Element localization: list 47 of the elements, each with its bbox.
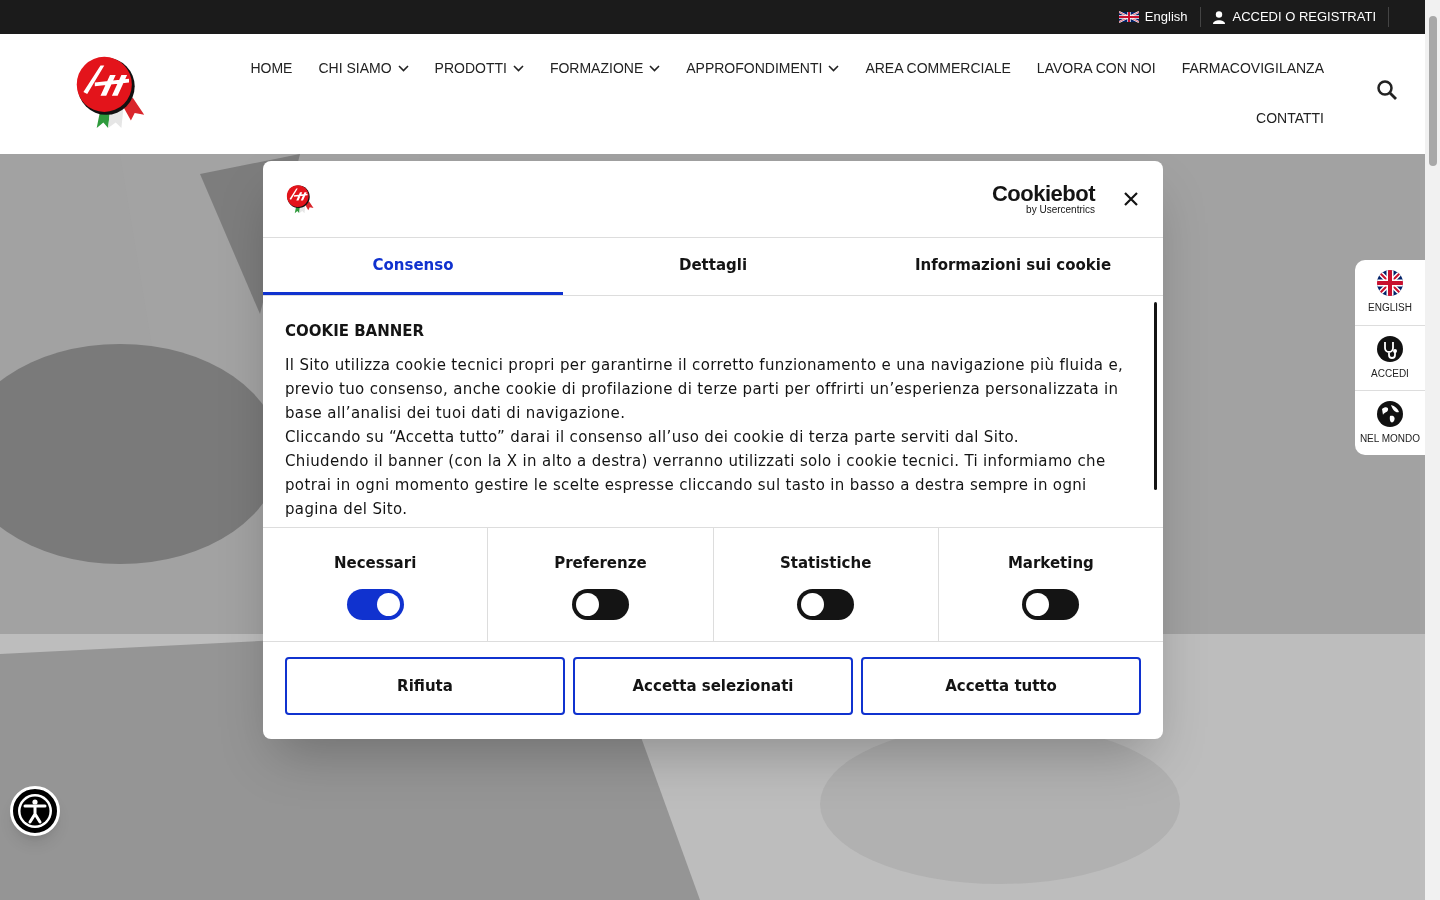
toggle-switch[interactable] — [1022, 588, 1080, 620]
globe-icon — [1377, 400, 1403, 427]
toggle-switch[interactable] — [346, 588, 404, 620]
chevron-down-icon — [397, 64, 409, 72]
section-heading: COOKIE BANNER — [285, 321, 426, 342]
flag-icon — [1377, 270, 1403, 296]
nav-link[interactable]: AREA COMMERCIALE — [852, 56, 1024, 80]
accessibility-icon — [15, 791, 55, 831]
nav-link[interactable]: HOME — [237, 56, 306, 80]
tab[interactable]: Informazioni sui cookie — [863, 238, 1163, 295]
side-link[interactable]: ACCEDI — [1355, 325, 1425, 390]
consent-button[interactable]: Rifiuta — [285, 657, 565, 715]
toggle-label: Preferenze — [554, 553, 647, 574]
toggle-label: Statistiche — [779, 553, 872, 574]
banner-text: Cliccando su “Accetta tutto” darai il consenso all’uso dei cookie di terza parte serviti dal Sito. — [285, 426, 1020, 448]
toggle-label: Marketing — [1007, 553, 1094, 574]
consent-button[interactable]: Accetta tutto — [861, 657, 1141, 715]
brand-logo: Cookiebot by Usercentrics — [991, 183, 1095, 215]
page-scrollbar[interactable] — [1425, 0, 1440, 900]
nav-link[interactable]: FARMACOVIGILANZA — [1168, 56, 1337, 80]
side-link[interactable]: ENGLISH — [1355, 260, 1425, 325]
chevron-down-icon — [512, 64, 524, 72]
nav-link[interactable]: LAVORA CON NOI — [1023, 56, 1169, 80]
chevron-down-icon — [828, 64, 840, 72]
flag-icon — [1118, 11, 1139, 23]
stethoscope-icon — [1377, 335, 1403, 362]
nav-link[interactable]: CONTATTI — [1243, 106, 1337, 130]
nav-link[interactable]: PRODOTTI — [421, 56, 537, 80]
search-icon[interactable] — [1377, 80, 1397, 100]
nav-link[interactable]: APPROFONDIMENTI — [673, 56, 853, 80]
banner-text: Il Sito utilizza cookie tecnici propri per garantirne il corretto funzionamento e una navigazione più fluida e, previo tuo consenso, anche cookie di profilazione di terze parti per offrirti un’esperienza personalizzata in base all’analisi dei tuoi dati di navigazione. — [285, 354, 1125, 424]
nav-link[interactable]: CHI SIAMO — [305, 56, 422, 80]
toggle-switch[interactable] — [797, 588, 855, 620]
nav-link[interactable]: FORMAZIONE — [536, 56, 674, 80]
consent-button[interactable]: Accetta selezionati — [573, 657, 853, 715]
scrollbar[interactable] — [1154, 302, 1157, 490]
toggle-label: Necessari — [333, 553, 417, 574]
tab[interactable]: Dettagli — [563, 238, 863, 295]
account-link[interactable]: ACCEDI O REGISTRATI — [1200, 7, 1389, 27]
toggle-switch[interactable] — [571, 588, 629, 620]
language-link[interactable]: English — [1118, 7, 1201, 27]
logo[interactable] — [285, 184, 315, 214]
banner-text: Chiudendo il banner (con la X in alto a destra) verranno utilizzati solo i cookie tecnici. Ti informiamo che potrai in ogni momento gestire le scelte espresse cliccando sul tasto in basso a destra sempre in ogni pagina del Sito. — [285, 450, 1107, 520]
side-link[interactable]: NEL MONDO — [1355, 390, 1425, 455]
tab[interactable]: Consenso — [263, 238, 563, 295]
chevron-down-icon — [649, 64, 661, 72]
user-icon — [1212, 10, 1225, 24]
